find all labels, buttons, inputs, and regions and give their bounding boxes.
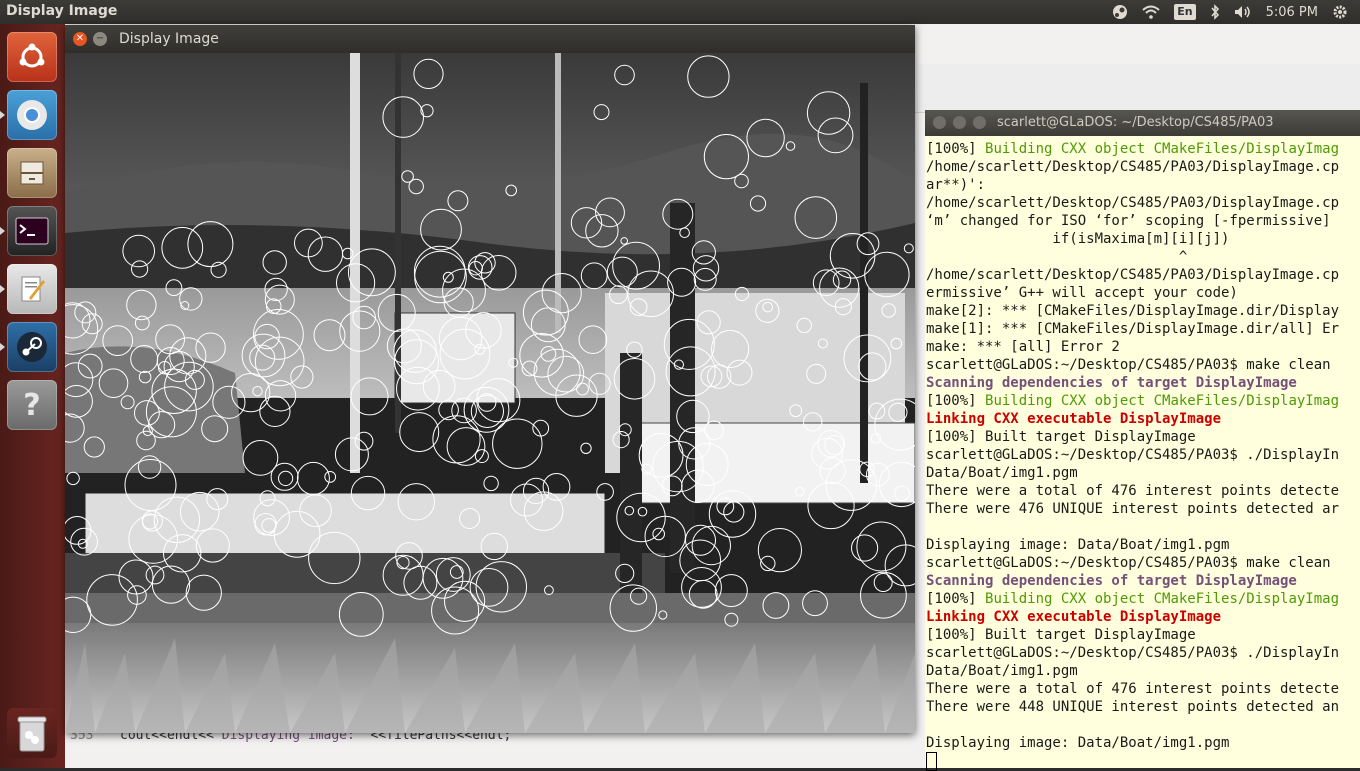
- terminal-line: scarlett@GLaDOS:~/Desktop/CS485/PA03$ ./…: [926, 645, 1340, 661]
- keypoint-circle: [432, 415, 481, 464]
- running-indicator: [0, 343, 5, 351]
- terminal-line: There were 476 UNIQUE interest points de…: [926, 501, 1340, 517]
- running-indicator: [0, 111, 5, 119]
- minimize-button[interactable]: −: [93, 32, 107, 46]
- terminal-line: [100%] Building CXX object CMakeFiles/Di…: [926, 591, 1340, 607]
- terminal-title: scarlett@GLaDOS: ~/Desktop/CS485/PA03: [997, 115, 1274, 130]
- terminal-line: scarlett@GLaDOS:~/Desktop/CS485/PA03$ ma…: [926, 555, 1331, 571]
- terminal-line: There were a total of 476 interest point…: [926, 483, 1340, 499]
- terminal-line: /home/scarlett/Desktop/CS485/PA03/Displa…: [926, 159, 1340, 175]
- launcher-files[interactable]: [7, 148, 57, 198]
- keypoint-circle: [242, 440, 279, 476]
- terminal-cursor: [926, 752, 937, 771]
- terminal-line: /home/scarlett/Desktop/CS485/PA03/Displa…: [926, 267, 1340, 283]
- top-panel: Display Image En 5:06 PM: [0, 0, 1360, 24]
- bluetooth-icon[interactable]: [1210, 2, 1220, 22]
- keypoint-circle: [492, 418, 543, 469]
- ubuntu-logo-icon: [19, 43, 45, 68]
- keypoint-circle: [278, 470, 294, 486]
- terminal-line: make[2]: *** [CMakeFiles/DisplayImage.di…: [926, 303, 1340, 319]
- launcher-unknown-app[interactable]: ?: [7, 380, 57, 430]
- editor-toolbar: [915, 64, 1360, 113]
- terminal-line: Data/Boat/img1.pgm: [926, 663, 1078, 679]
- terminal-line: [100%] Building CXX object CMakeFiles/Di…: [926, 141, 1340, 157]
- active-app-title: Display Image: [6, 3, 118, 19]
- terminal-line: [100%] Built target DisplayImage: [926, 429, 1196, 445]
- close-button[interactable]: [933, 116, 946, 129]
- launcher-text-editor[interactable]: [7, 264, 57, 314]
- image-window-title: Display Image: [119, 31, 219, 47]
- image-window-titlebar[interactable]: ✕ − Display Image: [65, 25, 915, 53]
- keypoint-circle: [532, 419, 550, 437]
- keypoint-circle: [66, 471, 80, 486]
- text-editor-icon: [21, 276, 45, 302]
- launcher-steam[interactable]: [7, 322, 57, 372]
- steam-icon: [17, 332, 47, 362]
- terminal-line: make: *** [all] Error 2: [926, 339, 1120, 355]
- keypoint-circle: [259, 395, 291, 427]
- keypoint-circle: [324, 471, 337, 483]
- terminal-output[interactable]: [100%] Building CXX object CMakeFiles/Di…: [926, 140, 1360, 771]
- launcher-trash[interactable]: [7, 708, 57, 758]
- terminal-line: [100%] Built target DisplayImage: [926, 627, 1196, 643]
- minimize-button[interactable]: [953, 116, 966, 129]
- terminal-line: Linking CXX executable DisplayImage: [926, 411, 1222, 427]
- indicator-area: En 5:06 PM: [1112, 2, 1348, 22]
- terminal-line: ar**)':: [926, 177, 986, 193]
- terminal-line: Scanning dependencies of target DisplayI…: [926, 375, 1297, 391]
- launcher-dash[interactable]: [7, 32, 57, 82]
- wifi-icon[interactable]: [1142, 2, 1160, 22]
- terminal-line: Data/Boat/img1.pgm: [926, 465, 1078, 481]
- terminal-line: Displaying image: Data/Boat/img1.pgm: [926, 735, 1230, 751]
- terminal-line: Linking CXX executable DisplayImage: [926, 609, 1222, 625]
- maximize-button[interactable]: [973, 116, 986, 129]
- keypoint-circle: [873, 573, 893, 592]
- boat-harbor-image-with-keypoints: [65, 53, 915, 733]
- clock[interactable]: 5:06 PM: [1266, 2, 1318, 22]
- trash-icon: [17, 716, 47, 752]
- keypoint-circle: [483, 475, 499, 492]
- keyboard-layout-indicator[interactable]: En: [1174, 4, 1196, 20]
- chromium-icon: [17, 100, 47, 130]
- keypoint-circle: [399, 412, 440, 453]
- terminal-titlebar[interactable]: scarlett@GLaDOS: ~/Desktop/CS485/PA03: [925, 110, 1360, 136]
- terminal-line: make[1]: *** [CMakeFiles/DisplayImage.di…: [926, 321, 1340, 337]
- terminal-window[interactable]: scarlett@GLaDOS: ~/Desktop/CS485/PA03 [1…: [925, 110, 1360, 771]
- launcher: ?: [0, 24, 65, 768]
- volume-icon[interactable]: [1234, 2, 1252, 22]
- keypoint-circle: [580, 442, 592, 454]
- terminal-line: ‘m’ changed for ISO ‘for’ scoping [-fper…: [926, 213, 1331, 229]
- launcher-chromium[interactable]: [7, 90, 57, 140]
- terminal-line: /home/scarlett/Desktop/CS485/PA03/Displa…: [926, 195, 1340, 211]
- close-button[interactable]: ✕: [73, 32, 87, 46]
- steam-tray-icon[interactable]: [1112, 2, 1128, 22]
- display-image-window[interactable]: ✕ − Display Image: [65, 25, 915, 733]
- keypoint-circle: [691, 525, 731, 566]
- terminal-line: There were 448 UNIQUE interest points de…: [926, 699, 1340, 715]
- terminal-line: [100%] Building CXX object CMakeFiles/Di…: [926, 393, 1340, 409]
- terminal-line: ermissive’ G++ will accept your code): [926, 285, 1238, 301]
- running-indicator: [0, 227, 5, 235]
- question-icon: ?: [23, 387, 41, 423]
- keypoint-circle: [757, 528, 803, 573]
- terminal-line: Displaying image: Data/Boat/img1.pgm: [926, 537, 1230, 553]
- running-indicator: [0, 285, 5, 293]
- keypoint-circle: [851, 534, 879, 562]
- terminal-icon: [15, 217, 49, 245]
- launcher-terminal[interactable]: [7, 206, 57, 256]
- terminal-line: Scanning dependencies of target DisplayI…: [926, 573, 1297, 589]
- terminal-line: ^: [926, 249, 1188, 265]
- terminal-line: There were a total of 476 interest point…: [926, 681, 1340, 697]
- gear-icon[interactable]: [1332, 2, 1348, 22]
- terminal-line: if(isMaxima[m][i][j]): [926, 231, 1230, 247]
- terminal-line: scarlett@GLaDOS:~/Desktop/CS485/PA03$ ./…: [926, 447, 1340, 463]
- file-cabinet-icon: [20, 161, 44, 185]
- terminal-line: scarlett@GLaDOS:~/Desktop/CS485/PA03$ ma…: [926, 357, 1331, 373]
